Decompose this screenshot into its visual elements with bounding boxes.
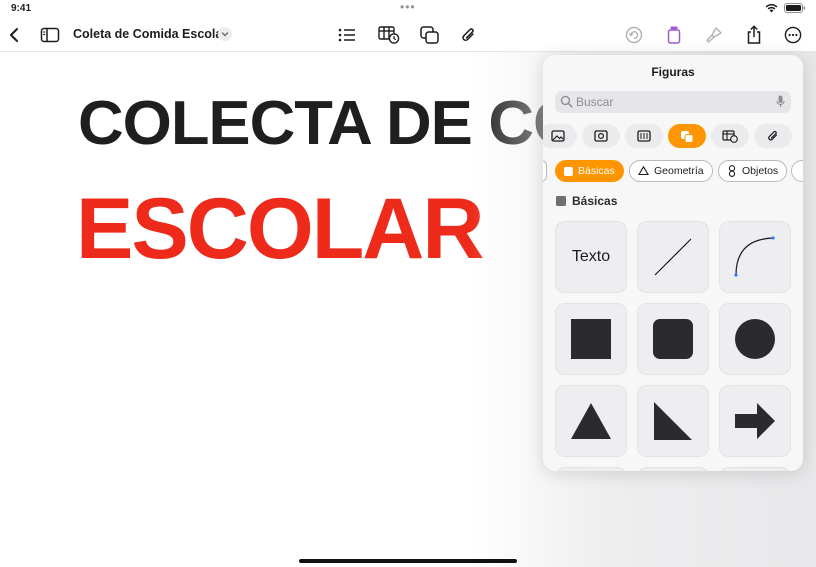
chip-geometry[interactable]: Geometría: [629, 160, 713, 182]
square-shape-icon: [571, 319, 611, 359]
rounded-square-shape-icon: [653, 319, 693, 359]
category-table[interactable]: [711, 124, 749, 148]
back-icon[interactable]: [2, 23, 26, 47]
circle-shape-icon: [735, 319, 775, 359]
subcategory-row: Básicas Geometría Objetos: [543, 159, 803, 183]
document-toolbar: Coleta de Comida Escolar: [0, 18, 816, 52]
shape-partial-1[interactable]: [555, 467, 627, 471]
category-chart[interactable]: [625, 124, 663, 148]
popover-title: Figuras: [651, 65, 695, 79]
shape-curve[interactable]: [719, 221, 791, 293]
objects-icon: [728, 165, 736, 177]
category-attachment[interactable]: [754, 124, 792, 148]
multitasking-dots-icon[interactable]: •••: [400, 0, 416, 14]
section-heading-label: Básicas: [572, 194, 618, 208]
undo-icon[interactable]: [622, 23, 646, 47]
media-icon: [594, 130, 608, 142]
shape-arrow[interactable]: [719, 385, 791, 457]
category-media[interactable]: [582, 124, 620, 148]
status-time: 9:41: [11, 3, 32, 14]
photo-icon: [551, 130, 565, 142]
shape-line[interactable]: [637, 221, 709, 293]
attachment-icon[interactable]: [457, 23, 481, 47]
shape-text[interactable]: Texto: [555, 221, 627, 293]
heading-line-2[interactable]: ESCOLAR: [76, 180, 484, 279]
triangle-shape-icon: [571, 403, 611, 439]
share-icon[interactable]: [742, 23, 766, 47]
home-indicator[interactable]: [299, 559, 517, 563]
table-icon: [722, 129, 738, 143]
chip-label: Geometría: [654, 165, 704, 177]
chip-label: Objetos: [742, 165, 779, 177]
search-placeholder: Buscar: [576, 95, 614, 109]
search-icon: [560, 95, 573, 108]
line-shape-icon: [654, 238, 692, 276]
cone-icon: [638, 166, 649, 176]
category-shapes[interactable]: [668, 124, 706, 148]
chip-label: Básicas: [578, 165, 615, 177]
shapes-icon[interactable]: [418, 23, 442, 47]
shape-text-label: Texto: [571, 248, 611, 265]
section-heading: Básicas: [556, 194, 617, 208]
chip-objects[interactable]: Objetos: [718, 160, 788, 182]
chip-partial-left[interactable]: [543, 160, 547, 182]
format-brush-icon[interactable]: [702, 23, 726, 47]
search-input[interactable]: Buscar: [555, 91, 791, 113]
microphone-icon[interactable]: [776, 95, 785, 108]
square-icon: [564, 166, 573, 176]
shape-square[interactable]: [555, 303, 627, 375]
battery-icon: [784, 3, 805, 13]
shape-partial-2[interactable]: [637, 467, 709, 471]
shape-triangle[interactable]: [555, 385, 627, 457]
attachment-icon: [768, 130, 778, 141]
list-icon[interactable]: [335, 23, 359, 47]
curve-shape-icon: [734, 236, 775, 277]
shape-partial-3[interactable]: [719, 467, 791, 471]
section-swatch-icon: [556, 196, 566, 206]
document-title[interactable]: Coleta de Comida Escolar: [73, 27, 227, 41]
table-icon[interactable]: [377, 23, 401, 47]
status-indicators: [765, 3, 806, 13]
right-triangle-shape-icon: [654, 402, 692, 440]
shape-circle[interactable]: [719, 303, 791, 375]
shape-rounded-square[interactable]: [637, 303, 709, 375]
status-bar: 9:41 •••: [0, 0, 816, 18]
chip-partial-right[interactable]: [791, 160, 803, 182]
more-icon[interactable]: [781, 23, 805, 47]
shapes-popover: Figuras Buscar Básicas Geometría Objetos…: [543, 55, 803, 471]
wifi-icon: [765, 3, 778, 13]
chart-icon: [637, 130, 651, 142]
category-photo[interactable]: [543, 124, 577, 148]
shape-right-triangle[interactable]: [637, 385, 709, 457]
chip-basic[interactable]: Básicas: [555, 160, 624, 182]
sidebar-icon[interactable]: [38, 23, 62, 47]
title-chevron-icon[interactable]: [218, 27, 232, 41]
shapes-icon: [681, 130, 694, 143]
arrow-shape-icon: [735, 403, 775, 439]
shape-tool-icon[interactable]: [662, 23, 686, 47]
category-row: [543, 123, 803, 149]
